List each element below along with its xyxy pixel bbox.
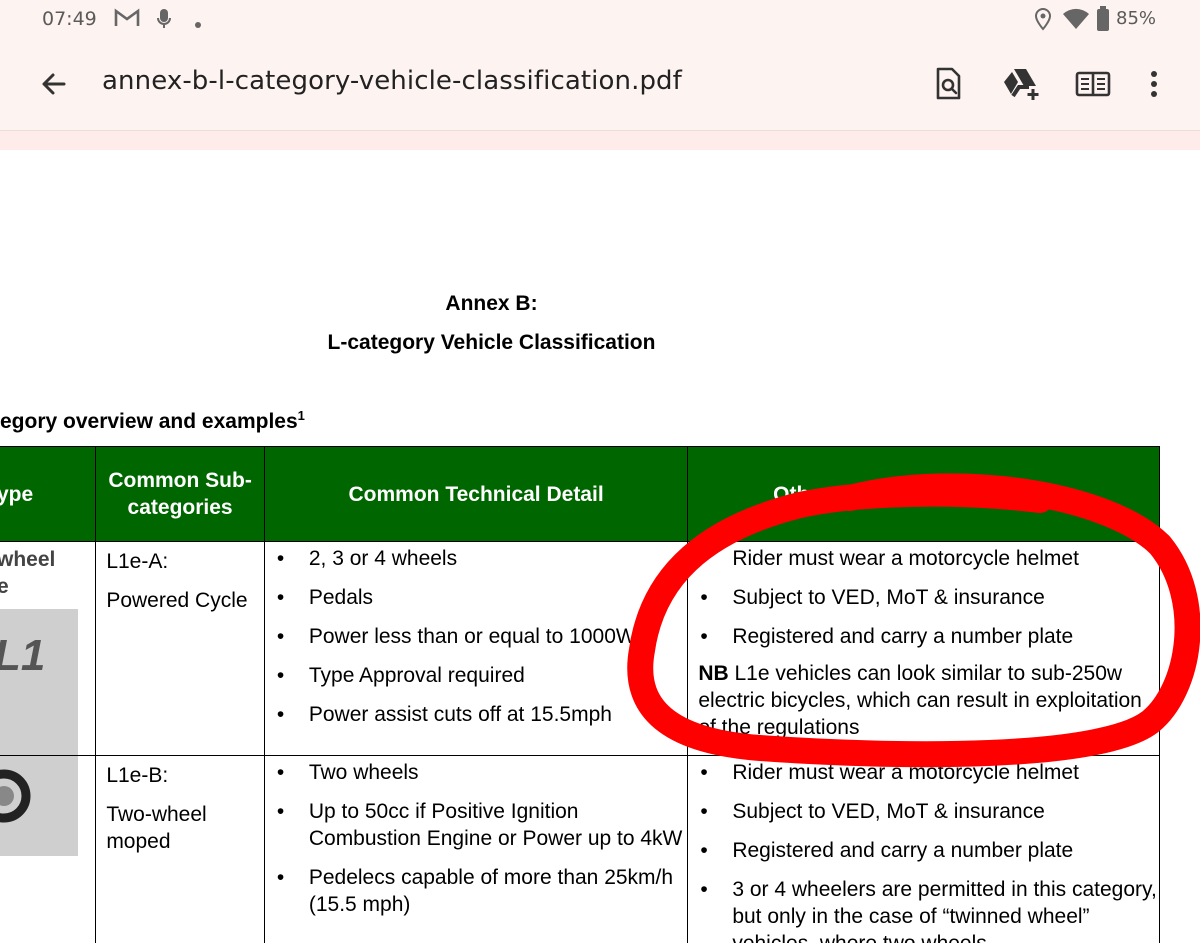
more-options-button[interactable] — [1140, 66, 1168, 102]
subcategory-cell: L1e-B: Two-wheel moped — [95, 755, 265, 943]
header-subcategories: Common Sub- categories — [95, 446, 265, 542]
header-technical-detail: Common Technical Detail — [263, 446, 689, 542]
type-cell — [0, 755, 97, 943]
list-item: Type Approval required — [277, 662, 687, 689]
list-item: Subject to VED, MoT & insurance — [700, 584, 1159, 611]
list-item: Up to 50cc if Positive Ignition Combusti… — [277, 798, 687, 852]
battery-percent: 85% — [1116, 8, 1157, 29]
specifications-cell: Rider must wear a motorcycle helmet Subj… — [687, 541, 1160, 756]
back-button[interactable] — [34, 64, 74, 104]
list-item: Power less than or equal to 1000W — [277, 623, 687, 650]
subcategory-cell: L1e-A: Powered Cycle — [95, 541, 265, 756]
app-bar-divider — [0, 130, 1200, 151]
more-vert-icon — [1151, 71, 1157, 97]
nb-label: NB — [698, 662, 729, 685]
list-item: Registered and carry a number plate — [700, 837, 1159, 864]
list-item: Registered and carry a number plate — [700, 623, 1159, 650]
technical-detail-cell: Two wheels Up to 50cc if Positive Igniti… — [263, 755, 689, 943]
header-type: ype — [0, 446, 97, 542]
classification-table: ype Common Sub- categories Common Techni… — [0, 446, 1160, 943]
file-name: annex-b-l-category-vehicle-classificatio… — [102, 66, 682, 96]
gmail-icon — [114, 7, 140, 33]
subcategory-name: Powered Cycle — [106, 589, 248, 612]
table-row: L1e-B: Two-wheel moped Two wheels Up to … — [0, 755, 1160, 943]
subcategory-code: L1e-A: — [106, 550, 169, 573]
section-heading: egory overview and examples1 — [0, 408, 305, 434]
nb-note: NB L1e vehicles can look similar to sub-… — [688, 660, 1159, 741]
list-item: Pedals — [277, 584, 687, 611]
microphone-icon — [156, 7, 172, 35]
list-item: 2, 3 or 4 wheels — [277, 545, 687, 572]
wifi-icon — [1062, 8, 1090, 34]
back-arrow-icon — [42, 73, 66, 95]
type-cell-line2: e — [0, 575, 9, 598]
drive-add-button[interactable] — [1002, 66, 1042, 102]
battery-icon — [1096, 6, 1110, 36]
list-item: Pedelecs capable of more than 25km/h (15… — [277, 864, 687, 918]
app-bar: annex-b-l-category-vehicle-classificatio… — [0, 40, 1200, 130]
subcategory-name: Two-wheel moped — [106, 803, 207, 853]
subcategory-code: L1e-B: — [106, 764, 169, 787]
reader-mode-button[interactable] — [1074, 66, 1112, 102]
type-cell-line1: wheel — [0, 548, 56, 571]
status-time: 07:49 — [42, 8, 97, 30]
list-item: 3 or 4 wheelers are permitted in this ca… — [700, 876, 1159, 943]
table-header-row: ype Common Sub- categories Common Techni… — [0, 446, 1160, 542]
list-item: Rider must wear a motorcycle helmet — [700, 759, 1159, 786]
nb-text: L1e vehicles can look similar to sub-250… — [698, 662, 1142, 739]
location-icon — [1034, 7, 1052, 35]
type-cell: wheel e — [0, 541, 97, 756]
table-row: wheel e L1e-A: Powered Cycle 2, 3 or 4 w… — [0, 541, 1160, 756]
technical-detail-cell: 2, 3 or 4 wheels Pedals Power less than … — [263, 541, 689, 756]
list-item: Power assist cuts off at 15.5mph — [277, 701, 687, 728]
list-item: Two wheels — [277, 759, 687, 786]
specifications-cell: Rider must wear a motorcycle helmet Subj… — [687, 755, 1160, 943]
footnote-marker: 1 — [297, 408, 305, 423]
reader-mode-icon — [1075, 71, 1111, 97]
search-document-icon — [936, 67, 961, 100]
drive-add-icon — [1004, 69, 1039, 100]
annex-title: Annex B: — [445, 292, 538, 315]
pdf-page[interactable]: Annex B: L-category Vehicle Classificati… — [0, 150, 1200, 943]
annex-subtitle: L-category Vehicle Classification — [327, 331, 656, 354]
list-item: Subject to VED, MoT & insurance — [700, 798, 1159, 825]
notification-dot-icon — [194, 14, 202, 33]
list-item: Rider must wear a motorcycle helmet — [700, 545, 1159, 572]
section-heading-text: egory overview and examples — [0, 410, 298, 433]
header-specifications: Other Common Specifications — [687, 446, 1160, 542]
search-document-button[interactable] — [930, 66, 966, 102]
status-bar: 07:49 85% — [0, 0, 1200, 40]
